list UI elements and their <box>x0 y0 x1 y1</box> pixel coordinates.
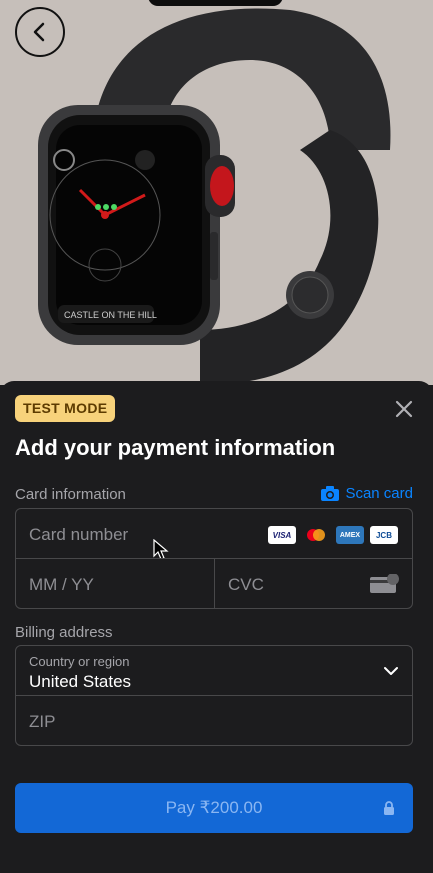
expiry-field[interactable]: MM / YY <box>15 558 215 609</box>
amex-label: AMEX <box>339 531 361 539</box>
country-label: Country or region <box>29 654 130 669</box>
country-select[interactable]: Country or region United States <box>15 645 413 696</box>
mastercard-icon <box>302 526 330 544</box>
zip-field[interactable]: ZIP <box>15 695 413 746</box>
pay-button[interactable]: Pay ₹200.00 <box>15 783 413 833</box>
pay-button-label: Pay ₹200.00 <box>165 798 263 817</box>
country-value: United States <box>29 672 132 691</box>
visa-label: VISA <box>272 530 292 540</box>
cvc-card-icon <box>370 574 399 593</box>
camera-icon <box>321 486 340 501</box>
device-notch <box>148 0 283 6</box>
close-icon <box>395 400 413 418</box>
card-number-field[interactable]: Card number VISA AMEX JCB <box>15 508 413 560</box>
sheet-title: Add your payment information <box>15 435 336 460</box>
billing-address-label: Billing address <box>15 624 113 641</box>
back-button[interactable] <box>15 7 65 57</box>
test-mode-badge: TEST MODE <box>15 395 116 422</box>
close-button[interactable] <box>392 397 416 421</box>
expiry-placeholder: MM / YY <box>29 575 94 594</box>
watch-face-text: CASTLE ON THE HILL <box>64 310 157 320</box>
chevron-down-icon <box>384 667 398 675</box>
chevron-left-icon <box>33 22 45 42</box>
card-number-placeholder: Card number <box>29 525 129 544</box>
card-information-label: Card information <box>15 486 126 503</box>
scan-card-button[interactable]: Scan card <box>321 485 413 502</box>
lock-icon <box>384 801 394 815</box>
amex-icon: AMEX <box>336 526 364 544</box>
apple-watch-image: CASTLE ON THE HILL <box>38 8 391 385</box>
card-brands: VISA AMEX JCB <box>268 526 398 544</box>
payment-sheet: TEST MODE Add your payment information C… <box>0 381 433 873</box>
jcb-label: JCB <box>375 530 392 540</box>
cvc-placeholder: CVC <box>228 575 264 594</box>
visa-icon: VISA <box>268 526 296 544</box>
zip-placeholder: ZIP <box>29 712 56 731</box>
product-image: CASTLE ON THE HILL <box>0 0 433 385</box>
jcb-icon: JCB <box>370 526 398 544</box>
scan-card-label: Scan card <box>345 485 413 502</box>
cvc-field[interactable]: CVC <box>214 558 413 609</box>
